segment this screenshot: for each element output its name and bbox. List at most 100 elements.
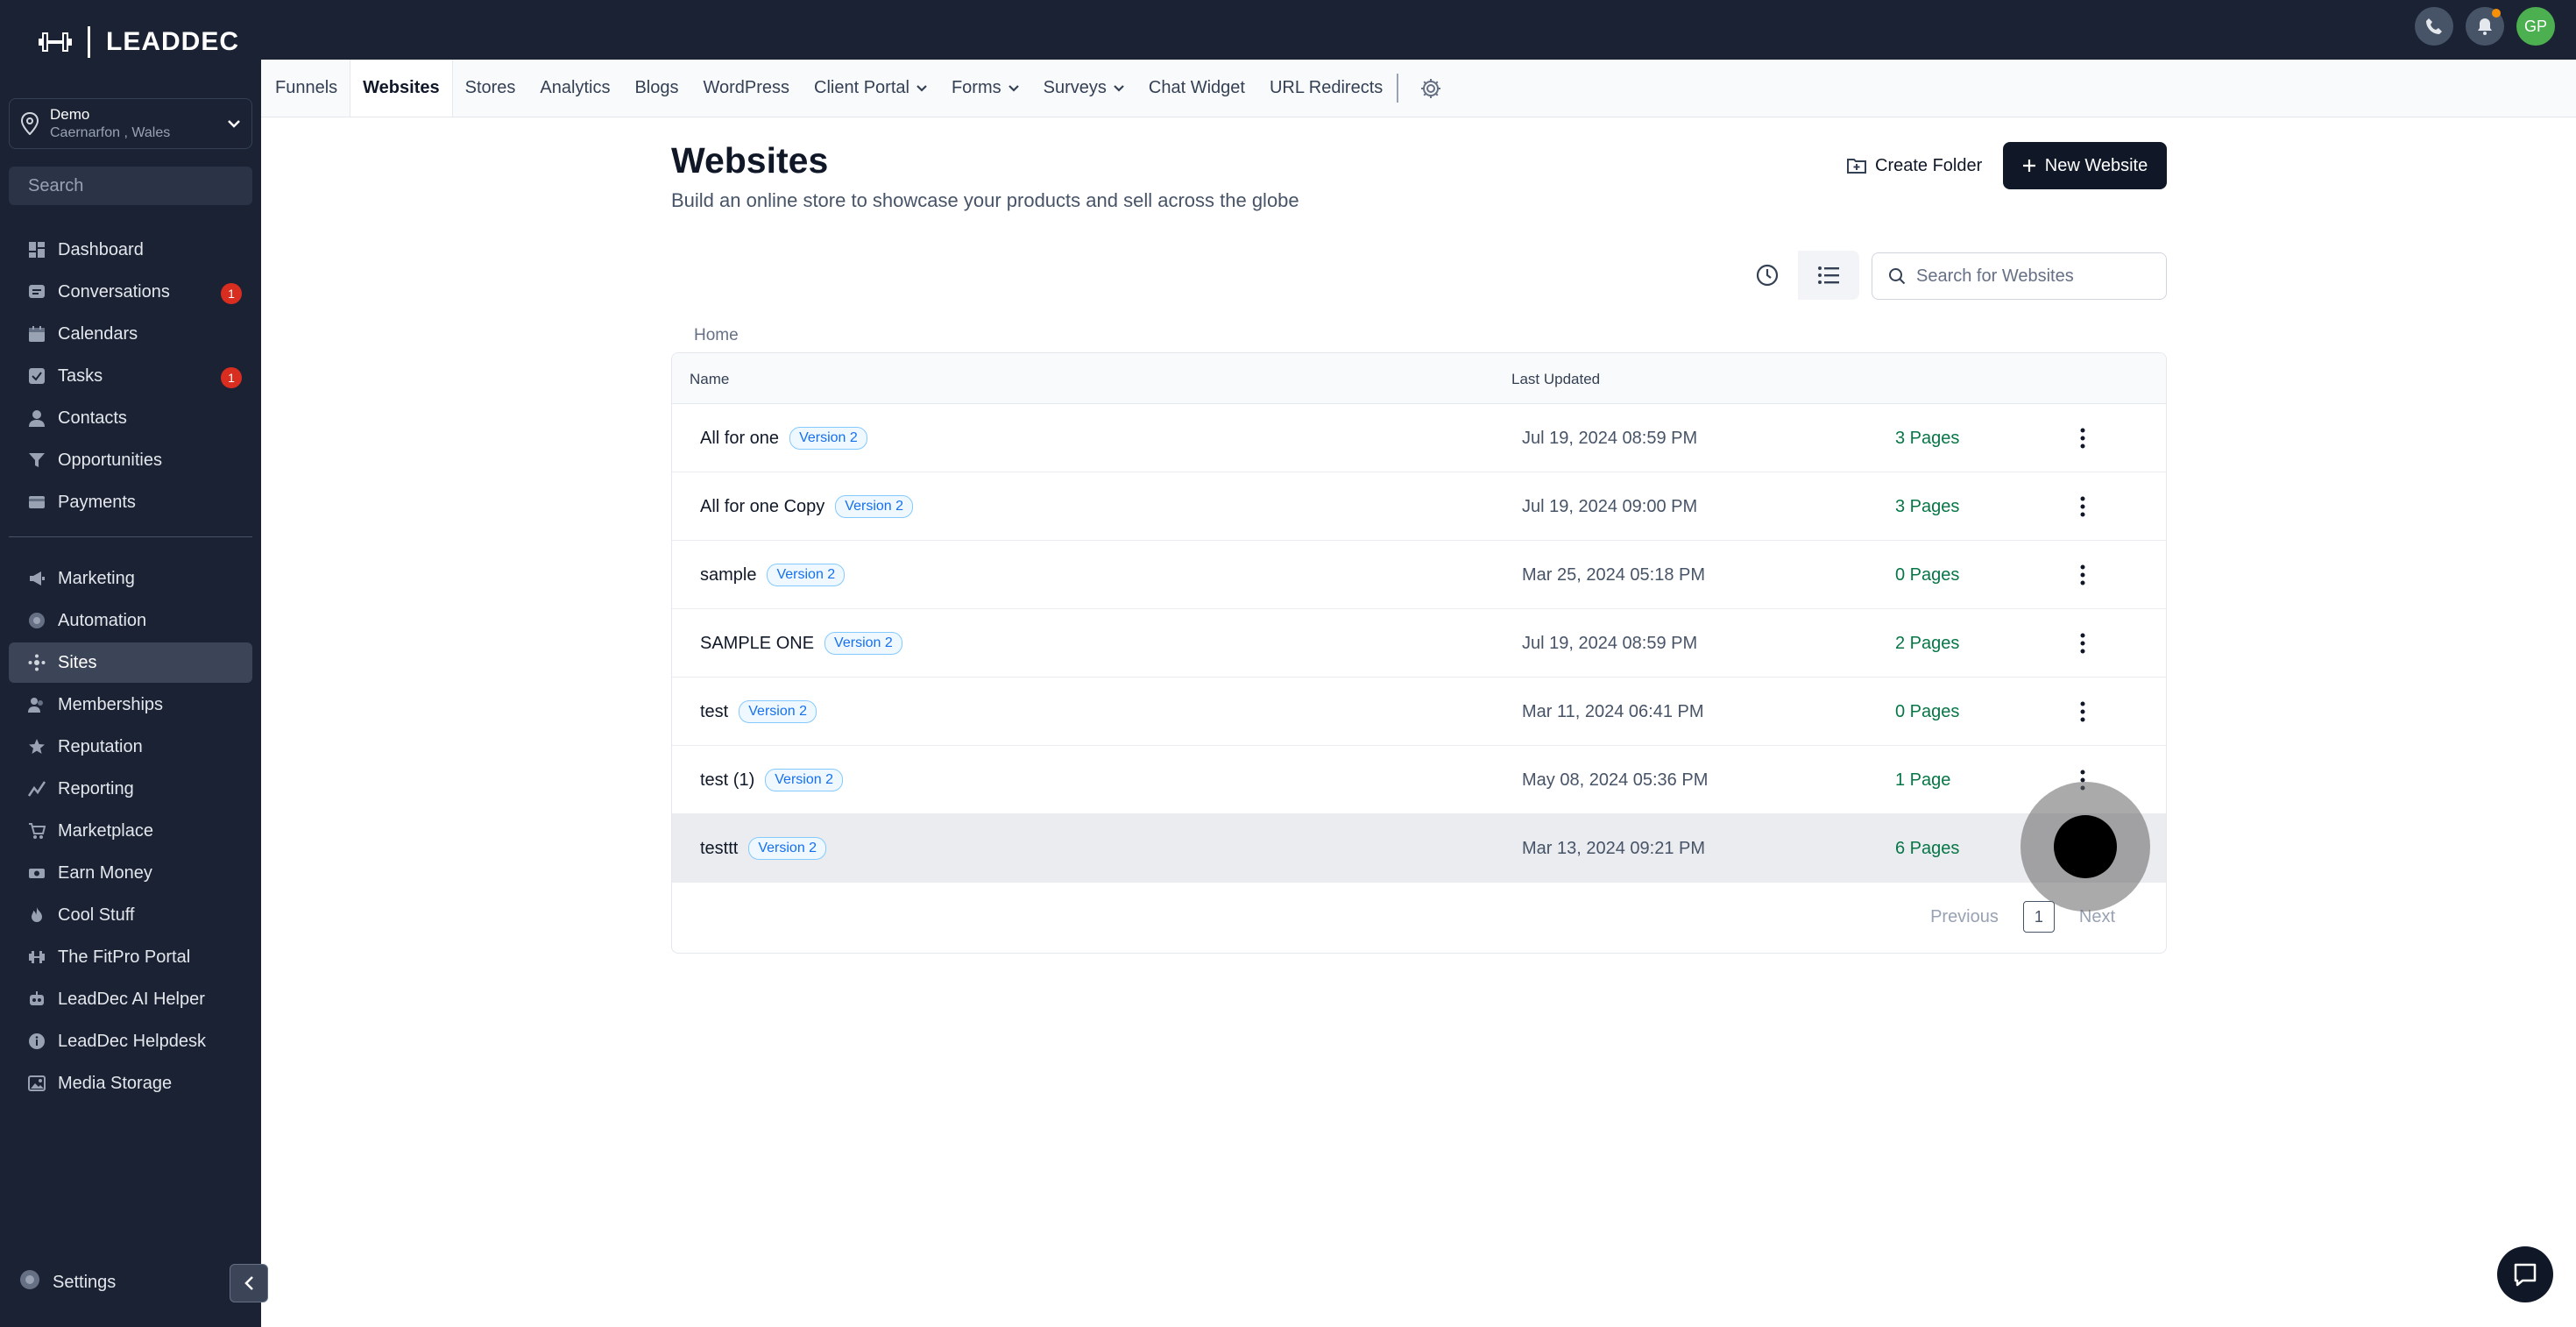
- notification-badge: 1: [221, 283, 242, 304]
- bell-icon: [2478, 18, 2492, 35]
- chevron-down-icon: [1008, 84, 1019, 92]
- table-row[interactable]: All for one Copy Version 2 Jul 19, 2024 0…: [672, 472, 2166, 541]
- sidebar-item-earn-money[interactable]: Earn Money: [9, 853, 252, 893]
- page-count: 0 Pages: [1895, 701, 1960, 721]
- page-count: 6 Pages: [1895, 838, 1960, 858]
- sidebar-item-payments[interactable]: Payments: [9, 482, 252, 522]
- account-switcher[interactable]: Demo Caernarfon , Wales: [9, 98, 252, 149]
- sidebar-nav-top: Dashboard Conversations 1 Calendars Task…: [9, 230, 252, 524]
- sidebar-item-opportunities[interactable]: Opportunities: [9, 440, 252, 480]
- table-row[interactable]: test (1) Version 2 May 08, 2024 05:36 PM …: [672, 746, 2166, 814]
- version-badge: Version 2: [765, 769, 843, 791]
- sidebar-item-dashboard[interactable]: Dashboard: [9, 230, 252, 270]
- previous-page-button[interactable]: Previous: [1930, 907, 1999, 927]
- tab-stores[interactable]: Stores: [453, 60, 528, 117]
- chat-launcher-button[interactable]: [2497, 1246, 2553, 1302]
- sidebar-item-automation[interactable]: Automation: [9, 600, 252, 641]
- sidebar-item-label: Sites: [58, 652, 97, 672]
- tab-funnels[interactable]: Funnels: [263, 60, 350, 117]
- brand-logo[interactable]: LEADDEC: [39, 25, 239, 60]
- row-actions-button[interactable]: [2072, 404, 2093, 472]
- notifications-button[interactable]: [2466, 7, 2504, 46]
- sidebar-item-helpdesk[interactable]: LeadDec Helpdesk: [9, 1021, 252, 1061]
- table-row[interactable]: All for one Version 2 Jul 19, 2024 08:59 …: [672, 404, 2166, 472]
- last-updated: May 08, 2024 05:36 PM: [1522, 770, 1709, 790]
- row-actions-button[interactable]: [2072, 472, 2093, 541]
- sidebar-search-input[interactable]: [28, 175, 260, 196]
- more-vertical-icon: [2080, 633, 2085, 654]
- column-name[interactable]: Name: [690, 371, 729, 388]
- breadcrumb[interactable]: Home: [694, 326, 739, 345]
- sidebar-item-media-storage[interactable]: Media Storage: [9, 1063, 252, 1103]
- website-name[interactable]: SAMPLE ONE: [700, 634, 814, 654]
- dumbbell-icon: [28, 948, 46, 966]
- new-website-button[interactable]: New Website: [2003, 142, 2167, 189]
- tab-websites[interactable]: Websites: [350, 60, 453, 117]
- sites-settings-button[interactable]: [1419, 60, 1442, 117]
- sidebar-item-marketplace[interactable]: Marketplace: [9, 811, 252, 851]
- tab-label: Client Portal: [814, 78, 909, 97]
- tab-forms[interactable]: Forms: [939, 60, 1031, 117]
- sidebar-item-memberships[interactable]: Memberships: [9, 685, 252, 725]
- phone-icon: [2426, 18, 2442, 34]
- website-name[interactable]: sample: [700, 565, 756, 585]
- chevron-down-icon: [916, 84, 927, 92]
- tab-wordpress[interactable]: WordPress: [690, 60, 802, 117]
- table-row[interactable]: SAMPLE ONE Version 2 Jul 19, 2024 08:59 P…: [672, 609, 2166, 678]
- phone-button[interactable]: [2415, 7, 2453, 46]
- website-name[interactable]: All for one Copy: [700, 497, 824, 517]
- table-row[interactable]: sample Version 2 Mar 25, 2024 05:18 PM 0 …: [672, 541, 2166, 609]
- tab-label: Analytics: [540, 78, 611, 97]
- row-actions-button[interactable]: [2072, 678, 2093, 746]
- list-view-button[interactable]: [1798, 251, 1859, 300]
- calendar-icon: [28, 325, 46, 343]
- sidebar-item-reputation[interactable]: Reputation: [9, 727, 252, 767]
- page-number-button[interactable]: 1: [2022, 901, 2055, 933]
- settings-icon: [19, 1269, 40, 1295]
- money-icon: [28, 864, 46, 882]
- sidebar-item-reporting[interactable]: Reporting: [9, 769, 252, 809]
- table-row[interactable]: test Version 2 Mar 11, 2024 06:41 PM 0 Pa…: [672, 678, 2166, 746]
- sidebar-item-ai-helper[interactable]: LeadDec AI Helper: [9, 979, 252, 1019]
- table-row[interactable]: testtt Version 2 Mar 13, 2024 09:21 PM 6 …: [672, 814, 2166, 883]
- row-actions-button[interactable]: [2072, 609, 2093, 678]
- more-vertical-icon: [2080, 564, 2085, 585]
- tab-chat-widget[interactable]: Chat Widget: [1136, 60, 1257, 117]
- website-name[interactable]: testtt: [700, 839, 738, 859]
- tab-label: Stores: [464, 78, 516, 97]
- row-actions-button[interactable]: [2072, 541, 2093, 609]
- recent-view-button[interactable]: [1737, 251, 1798, 300]
- sidebar-item-marketing[interactable]: Marketing: [9, 558, 252, 599]
- website-name[interactable]: test: [700, 702, 728, 722]
- create-folder-button[interactable]: Create Folder: [1829, 142, 2000, 189]
- sidebar-item-label: Media Storage: [58, 1073, 173, 1093]
- sidebar-item-label: Opportunities: [58, 450, 162, 470]
- list-icon: [1818, 266, 1839, 284]
- tab-analytics[interactable]: Analytics: [527, 60, 622, 117]
- table-header: Name Last Updated: [672, 353, 2166, 404]
- tab-url-redirects[interactable]: URL Redirects: [1257, 60, 1395, 117]
- sidebar-item-fitpro-portal[interactable]: The FitPro Portal: [9, 937, 252, 977]
- sidebar-item-contacts[interactable]: Contacts: [9, 398, 252, 438]
- last-updated: Mar 25, 2024 05:18 PM: [1522, 564, 1706, 585]
- sidebar-item-cool-stuff[interactable]: Cool Stuff: [9, 895, 252, 935]
- sidebar-item-settings[interactable]: Settings: [19, 1269, 116, 1295]
- more-vertical-icon: [2080, 496, 2085, 517]
- sidebar-item-calendars[interactable]: Calendars: [9, 314, 252, 354]
- collapse-sidebar-button[interactable]: [230, 1264, 268, 1302]
- sidebar-item-sites[interactable]: Sites: [9, 642, 252, 683]
- tab-surveys[interactable]: Surveys: [1031, 60, 1136, 117]
- tab-label: Forms: [951, 78, 1001, 97]
- sidebar-item-conversations[interactable]: Conversations 1: [9, 272, 252, 312]
- website-search-input[interactable]: [1916, 266, 2150, 287]
- sidebar-item-label: Tasks: [58, 365, 103, 386]
- column-last-updated[interactable]: Last Updated: [1511, 371, 1600, 388]
- website-name[interactable]: All for one: [700, 429, 779, 449]
- image-icon: [28, 1075, 46, 1092]
- tab-blogs[interactable]: Blogs: [622, 60, 690, 117]
- website-name[interactable]: test (1): [700, 770, 754, 791]
- sidebar-item-tasks[interactable]: Tasks 1: [9, 356, 252, 396]
- tab-label: Websites: [363, 78, 440, 97]
- user-avatar[interactable]: GP: [2516, 7, 2555, 46]
- tab-client-portal[interactable]: Client Portal: [802, 60, 939, 117]
